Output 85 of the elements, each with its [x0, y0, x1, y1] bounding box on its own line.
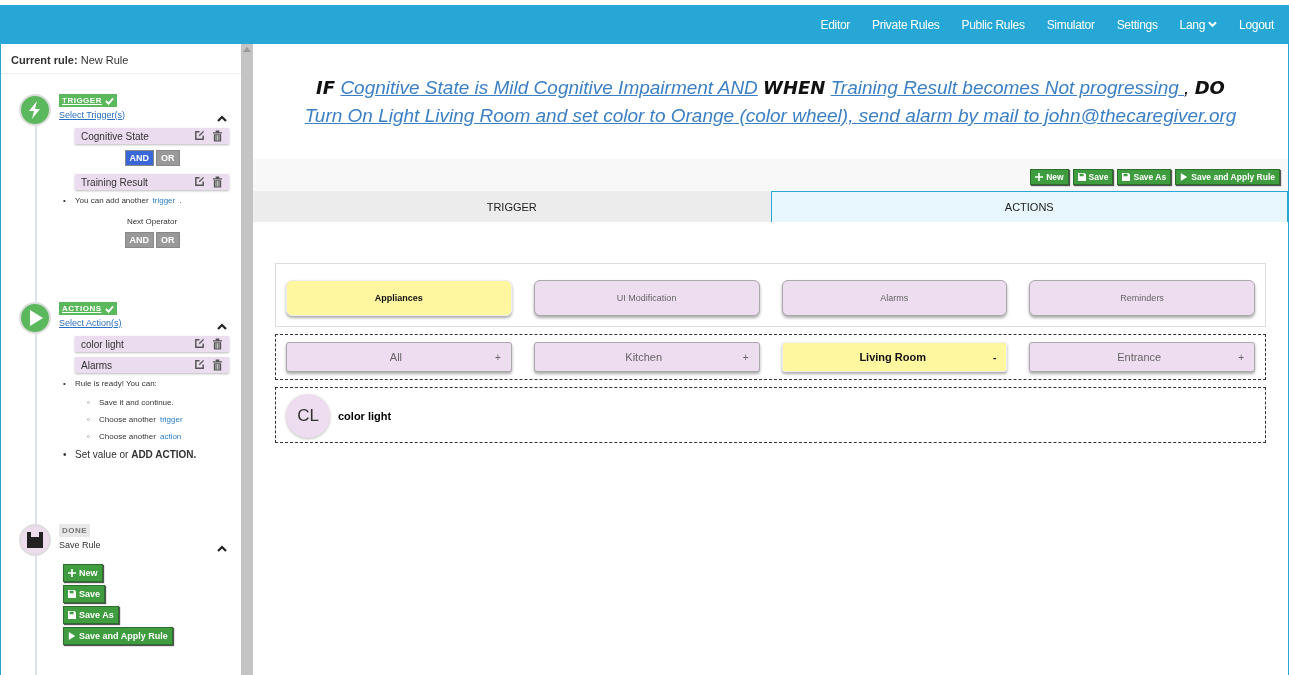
trash-icon[interactable]	[212, 130, 223, 142]
save-icon	[1122, 173, 1131, 181]
chevron-up-icon[interactable]	[217, 115, 227, 122]
tab[interactable]: TRIGGER	[253, 191, 771, 222]
option-text: Choose another	[99, 432, 156, 441]
device-name[interactable]: color light	[338, 410, 392, 422]
device-avatar[interactable]: CL	[286, 394, 330, 438]
category-button[interactable]: Appliances	[286, 280, 512, 316]
room-button[interactable]: Living Room -	[781, 342, 1008, 372]
chevron-down-icon	[1208, 21, 1218, 28]
room-button[interactable]: All +	[286, 342, 512, 372]
trigger-link[interactable]: trigger	[152, 196, 176, 205]
operator-button[interactable]: AND	[124, 232, 154, 248]
rule-summary: IF Cognitive State is Mild Cognitive Impairment AND WHEN Training Result becomes Not progressing , DO Turn On Light Living Room and set color to Orange (color wheel), send alarm by mail to john@thecaregiver.org	[303, 76, 1238, 128]
apply-button[interactable]: Save and Apply Rule	[1175, 169, 1280, 185]
new-button[interactable]: New	[63, 564, 103, 582]
nav-link[interactable]: Public Rules	[950, 17, 1036, 32]
category-button[interactable]: UI Modification	[533, 280, 760, 316]
item-label: Cognitive State	[81, 130, 149, 142]
room-button[interactable]: Kitchen +	[533, 342, 760, 372]
floppy-circle-icon	[19, 524, 51, 556]
bullet: ◦	[87, 415, 91, 424]
room-button[interactable]: Entrance +	[1029, 342, 1255, 372]
nav-link[interactable]: Lang	[1168, 17, 1229, 32]
scrollbar[interactable]	[241, 44, 253, 675]
save-icon	[68, 590, 76, 598]
edit-icon[interactable]	[194, 338, 205, 349]
category-button[interactable]: Alarms	[781, 280, 1008, 316]
item-label: Alarms	[81, 359, 113, 371]
bullet: •	[63, 196, 67, 205]
new-button[interactable]: New	[1030, 169, 1069, 185]
edit-icon[interactable]	[194, 359, 205, 370]
nav-link[interactable]: Editor	[809, 17, 862, 32]
next-operator-label: Next Operator	[125, 217, 179, 226]
bullet: •	[63, 379, 67, 388]
check-icon	[104, 96, 114, 105]
save-button[interactable]: Save As	[1117, 169, 1172, 185]
item-label: color light	[81, 338, 124, 350]
lightning-circle-icon	[19, 94, 51, 126]
nav-link[interactable]: Logout	[1228, 17, 1285, 32]
step-badge: ACTIONS	[59, 302, 117, 315]
save-rule-label: Save Rule	[59, 539, 101, 550]
option-text: Choose another	[99, 415, 156, 424]
category-button[interactable]: Reminders	[1029, 280, 1255, 316]
trash-icon[interactable]	[212, 176, 223, 188]
edit-icon[interactable]	[194, 176, 205, 187]
chevron-up-icon[interactable]	[217, 323, 227, 330]
play-circle-icon	[19, 302, 51, 334]
save-button[interactable]: Save	[63, 585, 106, 603]
option-link[interactable]: trigger	[159, 415, 183, 424]
nav-link[interactable]: Private Rules	[861, 17, 951, 32]
operator-button[interactable]: OR	[156, 150, 180, 166]
select-triggers-link[interactable]: Select Trigger(s)	[59, 109, 126, 120]
nav-link[interactable]: Settings	[1105, 17, 1169, 32]
save-icon	[1077, 173, 1086, 181]
edit-icon[interactable]	[194, 130, 205, 141]
hint-text: You can add another	[75, 196, 149, 205]
bullet: •	[63, 449, 68, 460]
hint-text: .	[179, 196, 182, 205]
chevron-up-icon[interactable]	[217, 545, 227, 552]
play-icon	[68, 632, 76, 640]
play-icon	[1180, 173, 1189, 181]
check-icon	[104, 304, 114, 313]
item-label: Training Result	[81, 176, 148, 188]
trash-icon[interactable]	[212, 359, 223, 371]
save-button[interactable]: Save As	[63, 606, 119, 624]
ready-text: Rule is ready! You can:	[75, 379, 157, 388]
final-text: Set value or ADD ACTION.	[75, 449, 197, 460]
bullet: ◦	[87, 432, 91, 441]
save-button[interactable]: Save	[1072, 169, 1114, 185]
trash-icon[interactable]	[212, 338, 223, 350]
apply-button[interactable]: Save and Apply Rule	[63, 627, 173, 645]
step-badge: TRIGGER	[59, 94, 117, 107]
option-link[interactable]: action	[159, 432, 182, 441]
operator-button[interactable]: OR	[156, 232, 180, 248]
select-actions-link[interactable]: Select Action(s)	[59, 317, 122, 328]
bullet: ◦	[87, 398, 91, 407]
tab[interactable]: ACTIONS	[770, 191, 1288, 222]
nav-link[interactable]: Simulator	[1035, 17, 1106, 32]
step-badge: DONE	[59, 524, 91, 537]
plus-icon	[1035, 173, 1044, 181]
operator-button[interactable]: AND	[124, 150, 154, 166]
option-text: Save it and continue.	[99, 398, 174, 407]
save-icon	[68, 611, 76, 619]
plus-icon	[68, 569, 76, 577]
